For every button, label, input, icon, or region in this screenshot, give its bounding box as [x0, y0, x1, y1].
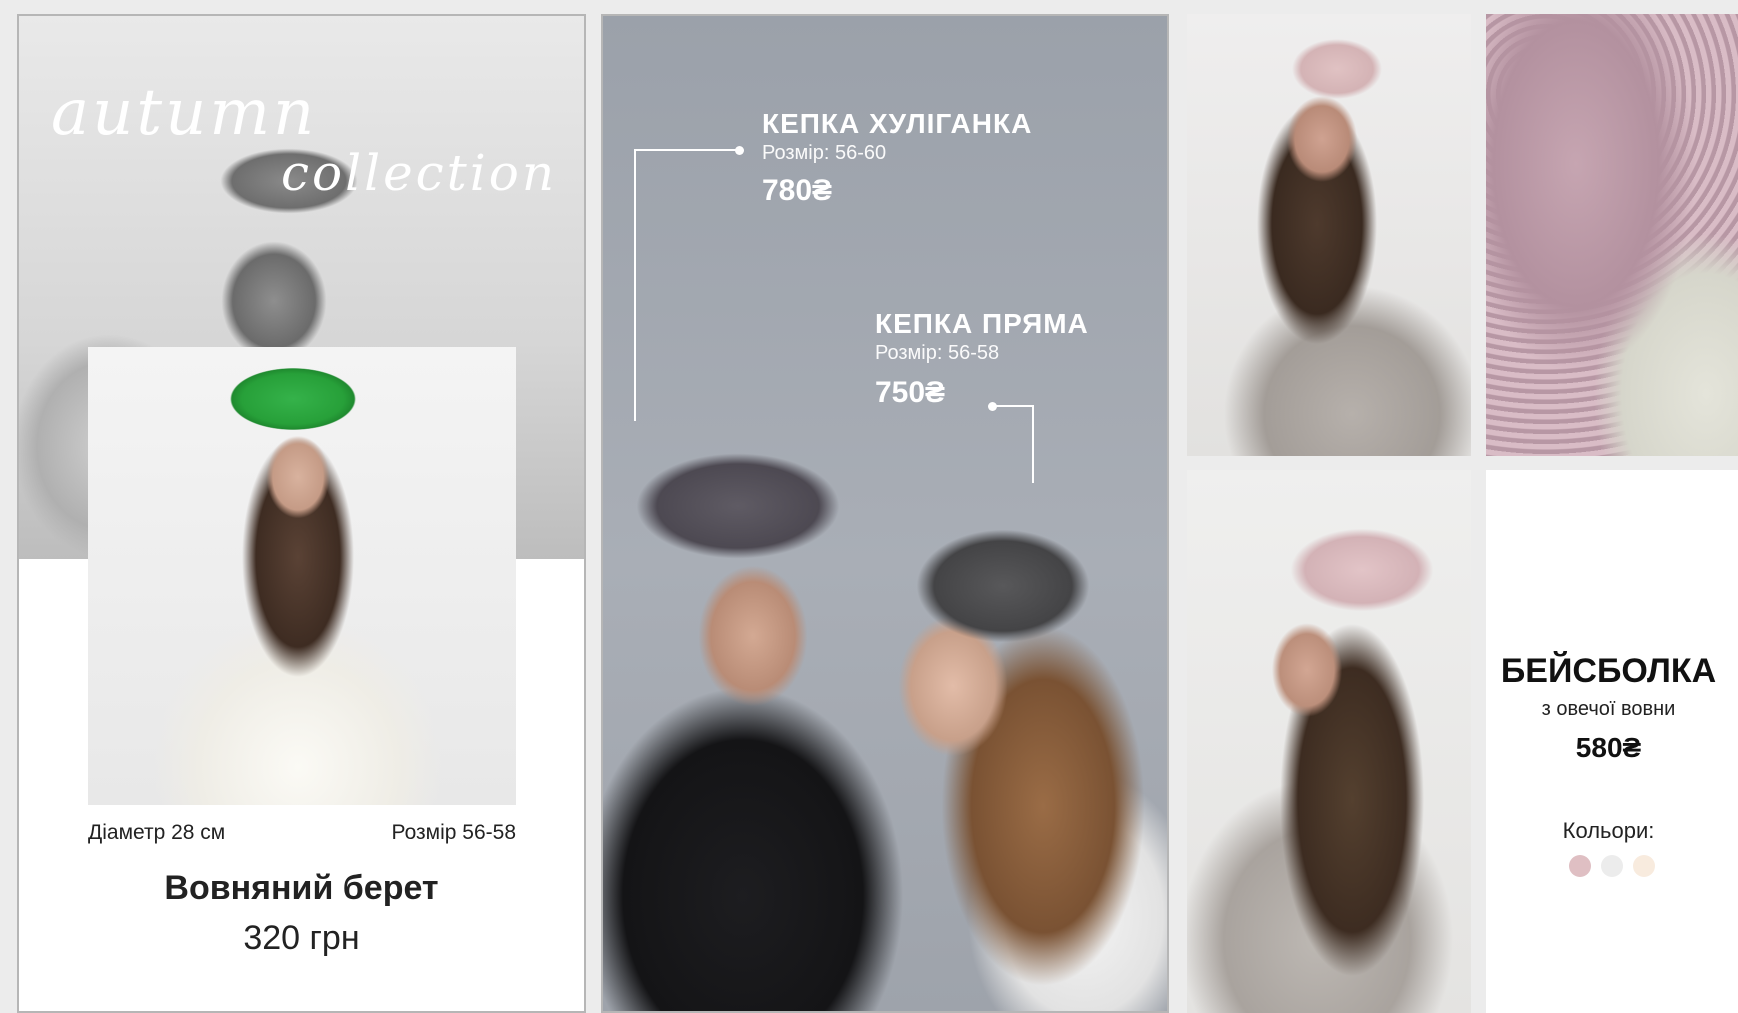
- product-price-khuliganka: 780₴: [762, 174, 833, 207]
- product-name: Вовняний берет: [164, 869, 439, 907]
- cap-subtitle: з овечої вовни: [1541, 698, 1676, 720]
- script-title-autumn: autumn: [51, 76, 318, 150]
- swatch-pink[interactable]: [1569, 855, 1591, 877]
- diameter-text: Діаметр 28 см: [88, 821, 226, 844]
- product-title-pryama: КЕПКА ПРЯМА: [875, 308, 1089, 339]
- beret-panel: autumn collection Діаметр 28 см Розмір 5…: [17, 14, 586, 1013]
- callout-dot-1: [735, 146, 744, 155]
- product-size-khuliganka: Розмір: 56-60: [762, 142, 887, 164]
- wool-texture-closeup[interactable]: [1486, 14, 1738, 456]
- baseball-cap-info: БЕЙСБОЛКА з овечої вовни 580₴ Кольори:: [1486, 470, 1738, 1013]
- green-beret-photo[interactable]: [88, 347, 516, 805]
- product-size-pryama: Розмір: 56-58: [875, 342, 1000, 364]
- product-price-pryama: 750₴: [875, 376, 946, 409]
- cap-price: 580₴: [1575, 732, 1642, 763]
- color-swatches: [1569, 855, 1659, 879]
- callout-line-horizontal-1: [634, 149, 739, 151]
- swatch-light-gray[interactable]: [1601, 855, 1623, 877]
- beret-specs: Діаметр 28 см Розмір 56-58: [88, 821, 516, 847]
- script-title-collection: collection: [281, 144, 558, 202]
- colors-label: Кольори:: [1562, 818, 1655, 843]
- pink-cap-photo-top[interactable]: [1187, 14, 1471, 456]
- product-price: 320 грн: [243, 919, 360, 957]
- caps-panel: КЕПКА ХУЛІГАНКА Розмір: 56-60 780₴ КЕПКА…: [601, 14, 1169, 1013]
- pink-cap-photo-bottom[interactable]: [1187, 470, 1471, 1013]
- callout-line-horizontal-2: [993, 405, 1034, 407]
- callout-line-vertical-1: [634, 149, 636, 421]
- size-text: Розмір 56-58: [391, 821, 516, 844]
- swatch-cream[interactable]: [1633, 855, 1655, 877]
- product-title-khuliganka: КЕПКА ХУЛІГАНКА: [762, 108, 1033, 139]
- callout-line-vertical-2: [1032, 405, 1034, 483]
- cap-title: БЕЙСБОЛКА: [1500, 652, 1717, 690]
